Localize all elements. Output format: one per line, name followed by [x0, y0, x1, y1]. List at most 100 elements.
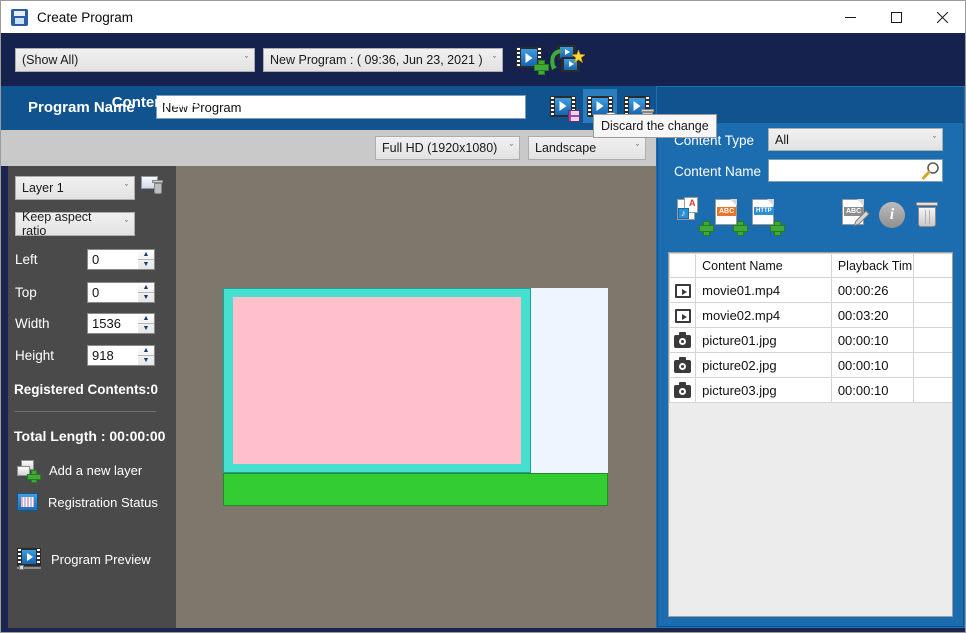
- movie-icon: [674, 283, 691, 298]
- top-field-input[interactable]: [87, 282, 143, 303]
- top-field-stepper[interactable]: ▲ ▼: [138, 282, 155, 303]
- layer-value: Layer 1: [22, 181, 64, 195]
- program-preview-label: Program Preview: [51, 551, 151, 567]
- row-content-name: picture03.jpg: [695, 377, 832, 403]
- row-pad: [913, 327, 952, 353]
- delete-content-icon[interactable]: [916, 202, 948, 234]
- width-field-input[interactable]: [87, 313, 143, 334]
- left-field-stepper[interactable]: ▲ ▼: [138, 249, 155, 270]
- orientation-value: Landscape: [535, 141, 597, 155]
- row-content-name: movie02.mp4: [695, 302, 832, 328]
- search-icon[interactable]: [921, 161, 941, 181]
- layer-dropdown[interactable]: Layer 1 ˇ: [15, 176, 135, 200]
- left-field-input[interactable]: [87, 249, 143, 270]
- add-layer-icon: [17, 460, 39, 480]
- save-program-button[interactable]: [546, 89, 580, 123]
- program-preview-action[interactable]: Program Preview: [17, 548, 151, 570]
- layer-green-bar[interactable]: [223, 473, 608, 506]
- trash-icon: [916, 202, 938, 227]
- plus-badge-icon: [534, 60, 549, 75]
- chevron-down-icon: ˇ: [510, 143, 513, 153]
- column-header-pad[interactable]: [913, 253, 952, 278]
- content-info-icon[interactable]: i: [879, 202, 911, 234]
- app-icon: [11, 8, 28, 26]
- program-preview-icon: [17, 548, 41, 570]
- content-name-label: Content Name: [674, 164, 762, 179]
- table-row[interactable]: movie02.mp4 00:03:20: [669, 302, 952, 328]
- copy-program-icon[interactable]: [550, 45, 585, 75]
- program-filter-value: (Show All): [22, 53, 79, 67]
- chevron-down-icon: ˇ: [245, 55, 248, 65]
- width-field-label: Width: [15, 316, 50, 331]
- height-field-stepper[interactable]: ▲ ▼: [138, 345, 155, 366]
- resolution-dropdown[interactable]: Full HD (1920x1080) ˇ: [375, 136, 520, 160]
- photo-icon: [674, 331, 692, 348]
- row-pad: [913, 277, 952, 303]
- stepper-down-icon[interactable]: ▼: [138, 324, 154, 333]
- chevron-down-icon: ˇ: [933, 134, 936, 145]
- layer-cyan-frame[interactable]: [223, 288, 531, 473]
- stepper-down-icon[interactable]: ▼: [138, 356, 154, 365]
- add-program-icon[interactable]: [516, 47, 549, 75]
- table-row[interactable]: picture01.jpg 00:00:10: [669, 327, 952, 353]
- maximize-button[interactable]: [873, 1, 919, 33]
- registration-status-icon: [17, 493, 38, 511]
- table-row[interactable]: movie01.mp4 00:00:26: [669, 277, 952, 303]
- create-program-window: Create Program (Show All) ˇ New Program …: [0, 0, 966, 633]
- row-playback-time: 00:00:10: [830, 377, 915, 403]
- chevron-down-icon: ˇ: [636, 143, 639, 153]
- layer-aliceblue[interactable]: [531, 288, 608, 473]
- content-name-search-input[interactable]: [768, 159, 943, 182]
- row-type-icon-cell: [669, 277, 697, 303]
- stepper-down-icon[interactable]: ▼: [138, 293, 154, 302]
- add-http-content-icon[interactable]: HTTP: [752, 199, 785, 236]
- edit-content-icon[interactable]: ABC: [842, 199, 874, 231]
- stepper-up-icon[interactable]: ▲: [138, 250, 154, 260]
- add-media-content-icon[interactable]: A ♪: [677, 197, 714, 236]
- row-type-icon-cell: [669, 327, 697, 353]
- star-badge-icon: [572, 50, 585, 63]
- content-type-dropdown[interactable]: All ˇ: [768, 128, 943, 151]
- pencil-icon: [853, 210, 870, 227]
- row-pad: [913, 302, 952, 328]
- program-filter-dropdown[interactable]: (Show All) ˇ: [15, 48, 255, 72]
- aspect-ratio-dropdown[interactable]: Keep aspect ratio ˇ: [15, 210, 135, 238]
- content-table-element: Content Name Playback Tim movie01.mp4 00…: [669, 253, 952, 403]
- close-button[interactable]: [919, 1, 965, 33]
- column-header-icon[interactable]: [669, 253, 697, 278]
- plus-badge-icon: [733, 221, 748, 236]
- row-pad: [913, 377, 952, 403]
- content-type-value: All: [775, 132, 789, 147]
- height-field-label: Height: [15, 348, 55, 363]
- minimize-button[interactable]: [827, 1, 873, 33]
- registered-contents-label: Registered Contents:0: [14, 382, 159, 397]
- orientation-dropdown[interactable]: Landscape ˇ: [528, 136, 646, 160]
- table-row[interactable]: picture02.jpg 00:00:10: [669, 352, 952, 378]
- registration-status-action[interactable]: Registration Status: [17, 493, 158, 511]
- content-list-title: Content List: [111, 94, 200, 111]
- top-field-label: Top: [15, 285, 37, 300]
- table-row[interactable]: picture03.jpg 00:00:10: [669, 377, 952, 403]
- row-content-name: picture01.jpg: [695, 327, 832, 353]
- column-header-content-name[interactable]: Content Name: [695, 253, 832, 278]
- info-glyph: i: [879, 202, 905, 228]
- add-text-content-icon[interactable]: ABC: [715, 199, 748, 236]
- width-field-stepper[interactable]: ▲ ▼: [138, 313, 155, 334]
- row-playback-time: 00:00:10: [830, 327, 915, 353]
- stepper-up-icon[interactable]: ▲: [138, 283, 154, 293]
- row-playback-time: 00:03:20: [830, 302, 915, 328]
- height-field-input[interactable]: [87, 345, 143, 366]
- stepper-up-icon[interactable]: ▲: [138, 346, 154, 356]
- floppy-badge-icon: [568, 109, 580, 122]
- add-new-layer-action[interactable]: Add a new layer: [17, 460, 142, 480]
- content-table[interactable]: Content Name Playback Tim movie01.mp4 00…: [668, 252, 953, 617]
- stepper-up-icon[interactable]: ▲: [138, 314, 154, 324]
- window-title: Create Program: [37, 9, 134, 25]
- column-header-playback-time[interactable]: Playback Tim: [830, 253, 915, 278]
- delete-layer-icon[interactable]: [141, 175, 165, 199]
- stepper-down-icon[interactable]: ▼: [138, 260, 154, 269]
- layer-pink-fill[interactable]: [233, 297, 521, 464]
- program-select-dropdown[interactable]: New Program : ( 09:36, Jun 23, 2021 ) ˇ: [263, 48, 503, 72]
- plus-badge-icon: [699, 221, 714, 236]
- abc-tag: ABC: [717, 207, 737, 216]
